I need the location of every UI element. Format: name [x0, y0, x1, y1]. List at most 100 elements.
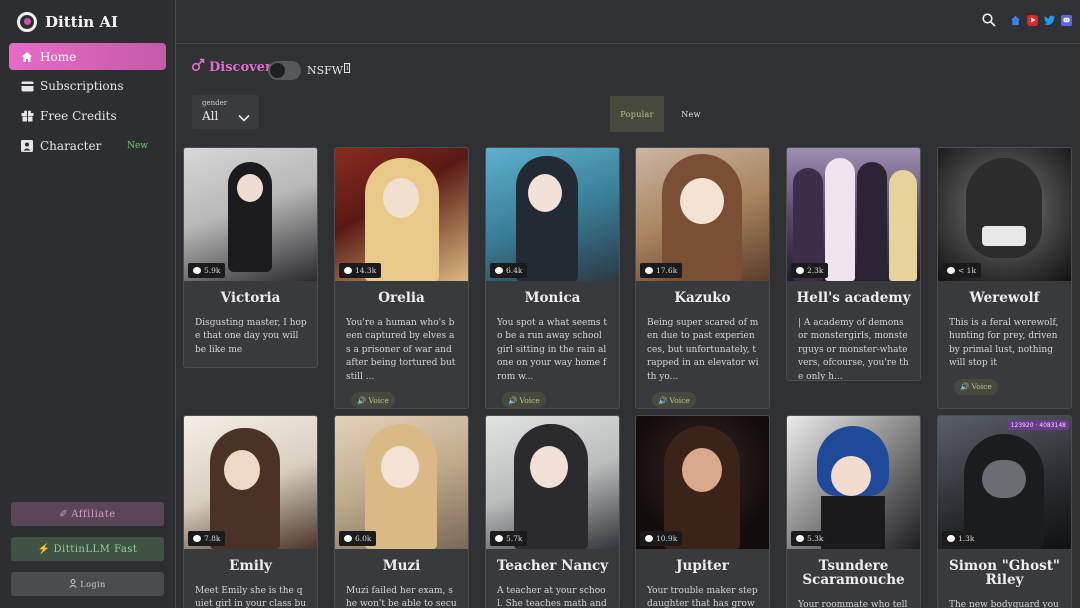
chat-count-badge: 5.9k	[188, 263, 226, 278]
sidebar-item-label: Home	[40, 49, 77, 64]
chat-bubble-icon	[645, 267, 653, 274]
brand[interactable]: Dittin AI	[17, 10, 118, 34]
tab-new[interactable]: New	[670, 96, 712, 132]
nsfw-label: NSFW i	[307, 63, 351, 77]
character-card-emily[interactable]: 7.8k Emily Meet Emily she is the quiet g…	[183, 415, 318, 608]
character-card-teacher-nancy[interactable]: 5.7k Teacher Nancy A teacher at your sch…	[485, 415, 620, 608]
character-image: 10.9k	[636, 416, 769, 549]
sidebar-item-subscriptions[interactable]: Subscriptions	[9, 73, 166, 100]
voice-badge: 🔊 Voice	[502, 392, 546, 408]
gender-select-label: gender	[202, 99, 228, 107]
character-image: 7.8k	[184, 416, 317, 549]
chat-count: 5.3k	[807, 534, 824, 543]
character-card-tsundere-scaramouche[interactable]: 5.3k Tsundere Scaramouche Your roommate …	[786, 415, 921, 608]
chat-bubble-icon	[193, 267, 201, 274]
chat-bubble-icon	[344, 267, 352, 274]
affiliate-button[interactable]: ✐ Affiliate	[11, 502, 164, 526]
character-image: 17.6k	[636, 148, 769, 281]
nsfw-label-text: NSFW	[307, 64, 344, 77]
chat-bubble-icon	[193, 535, 201, 542]
chat-count-badge: 17.6k	[640, 263, 683, 278]
person-icon	[20, 139, 34, 153]
character-card-hells-academy[interactable]: 2.3k Hell's academy | A academy of demon…	[786, 147, 921, 381]
speaker-icon: 🔊	[508, 395, 518, 405]
dittin-logo-icon	[17, 12, 37, 32]
sidebar-item-free-credits[interactable]: Free Credits	[9, 102, 166, 129]
character-description: Muzi failed her exam, she won't be able …	[346, 586, 457, 608]
voice-badge: 🔊 Voice	[954, 378, 998, 395]
affiliate-label: Affiliate	[71, 508, 116, 520]
sidebar-nav: Home Subscriptions Free Credits Characte…	[9, 43, 166, 162]
character-card-monica[interactable]: 6.4k Monica You spot a what seems to be …	[485, 147, 620, 409]
chat-bubble-icon	[947, 267, 955, 274]
character-image: 5.7k	[486, 416, 619, 549]
chat-count-badge: 2.3k	[791, 263, 829, 278]
chat-count: < 1k	[958, 266, 976, 275]
gift-icon	[20, 109, 34, 123]
character-card-orelia[interactable]: 14.3k Orelia You're a human who's been c…	[334, 147, 469, 409]
info-icon[interactable]: i	[344, 63, 351, 73]
chat-count-badge: 14.3k	[339, 263, 382, 278]
character-card-kazuko[interactable]: 17.6k Kazuko Being super scared of men d…	[635, 147, 770, 409]
character-description: A teacher at your school. She teaches ma…	[497, 586, 607, 608]
character-card-werewolf[interactable]: < 1k Werewolf This is a feral werewolf, …	[937, 147, 1072, 409]
chat-bubble-icon	[796, 535, 804, 542]
character-name: Jupiter	[676, 558, 729, 574]
chat-count: 5.7k	[506, 534, 523, 543]
chat-count: 6.0k	[355, 534, 372, 543]
login-label: Login	[80, 579, 106, 589]
character-card-victoria[interactable]: 5.9k Victoria Disgusting master, I hope …	[183, 147, 318, 368]
chat-bubble-icon	[344, 535, 352, 542]
character-description: You spot a what seems to be a run away s…	[497, 318, 607, 382]
discord-icon[interactable]	[1061, 14, 1072, 26]
chat-count: 10.9k	[656, 534, 678, 543]
character-description: The new bodyguard your fa	[949, 600, 1059, 608]
character-name: Monica	[524, 290, 581, 306]
chat-count-badge: 6.0k	[339, 531, 377, 546]
chat-count: 7.8k	[204, 534, 221, 543]
chat-count-badge: 5.7k	[490, 531, 528, 546]
character-name: Orelia	[378, 290, 425, 306]
sidebar-item-character[interactable]: Character New	[9, 132, 166, 159]
tag-icon: ✐	[59, 508, 69, 520]
character-image: < 1k	[938, 148, 1071, 281]
twitter-icon[interactable]	[1044, 15, 1055, 26]
chat-count: 6.4k	[506, 266, 523, 275]
bolt-icon: ⚡	[37, 543, 51, 555]
character-card-jupiter[interactable]: 10.9k Jupiter Your trouble maker step da…	[635, 415, 770, 608]
chevron-down-icon	[238, 107, 250, 126]
nsfw-toggle[interactable]	[268, 61, 301, 80]
character-name: Emily	[229, 558, 272, 574]
character-name: Werewolf	[969, 290, 1040, 306]
character-description: Your roommate who tells y	[798, 600, 908, 608]
character-card-muzi[interactable]: 6.0k Muzi Muzi failed her exam, she won'…	[334, 415, 469, 608]
speaker-icon: 🔊	[658, 395, 668, 405]
character-image: 5.9k	[184, 148, 317, 281]
sidebar-item-label: Subscriptions	[40, 79, 124, 94]
character-description: Being super scared of men due to past ex…	[647, 318, 759, 382]
card-icon	[20, 79, 34, 93]
character-description: | A academy of demons or monstergirls, m…	[798, 318, 909, 381]
chat-count-badge: 1.3k	[942, 531, 980, 546]
home-link-icon[interactable]	[1010, 15, 1021, 26]
top-icons	[982, 13, 1072, 27]
chat-count-badge: 5.3k	[791, 531, 829, 546]
sidebar-item-label: Character	[40, 138, 102, 153]
login-button[interactable]: Login	[11, 572, 164, 596]
chat-count: 1.3k	[958, 534, 975, 543]
chat-bubble-icon	[495, 535, 503, 542]
sidebar-item-home[interactable]: Home	[9, 43, 166, 70]
dittinllm-fast-button[interactable]: ⚡ DittinLLM Fast	[11, 537, 164, 561]
character-name: Simon "Ghost" Riley	[949, 558, 1060, 588]
character-image: 123920 · 4083148 1.3k	[938, 416, 1071, 549]
gender-select[interactable]: gender All	[192, 95, 259, 129]
character-description: This is a feral werewolf, hunting for pr…	[949, 318, 1059, 369]
search-icon[interactable]	[982, 13, 996, 27]
sidebar-item-label: Free Credits	[40, 108, 117, 123]
youtube-icon[interactable]	[1027, 14, 1038, 26]
tab-popular[interactable]: Popular	[610, 96, 664, 132]
character-name: Victoria	[220, 290, 281, 306]
character-card-simon-ghost-riley[interactable]: 123920 · 4083148 1.3k Simon "Ghost" Rile…	[937, 415, 1072, 608]
speaker-icon: 🔊	[960, 382, 970, 392]
chat-count-badge: 6.4k	[490, 263, 528, 278]
